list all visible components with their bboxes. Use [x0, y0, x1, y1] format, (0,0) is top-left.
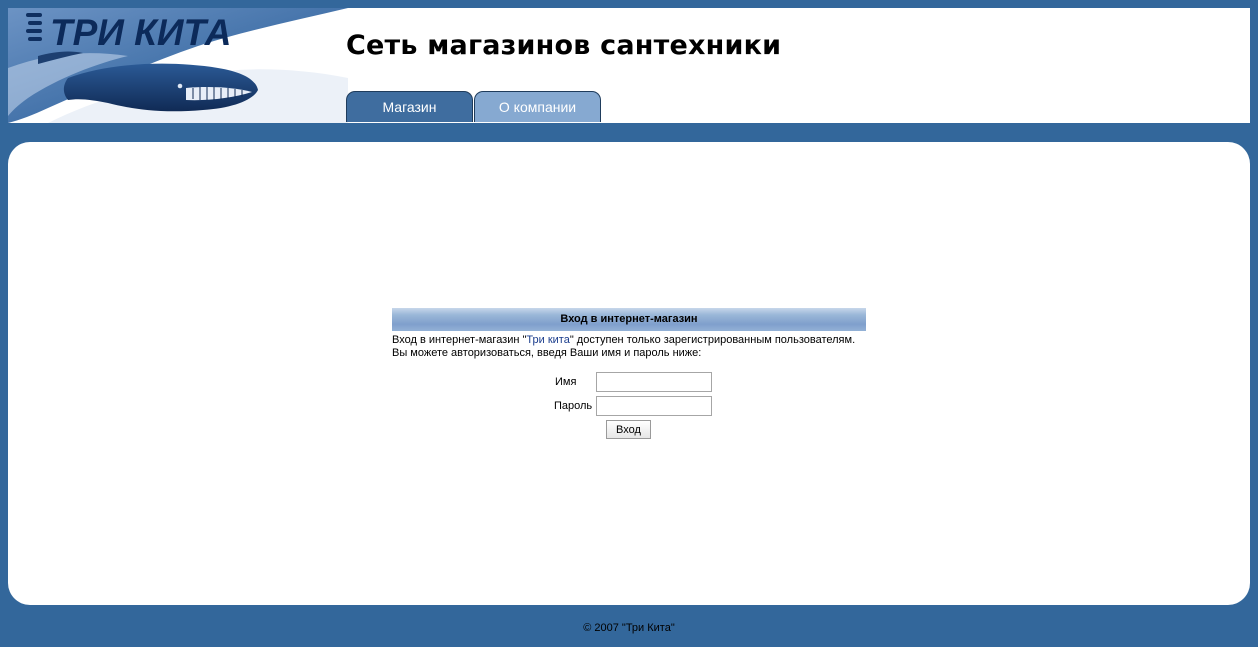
page-header: ТРИ КИТА Сеть магазинов сантехники Магаз… [8, 8, 1250, 123]
login-desc-line2: Вы можете авторизоваться, введя Ваши имя… [392, 347, 702, 359]
site-title: Сеть магазинов сантехники [346, 30, 782, 61]
footer-copyright: © 2007 "Три Кита" [583, 622, 675, 634]
logo-text: ТРИ КИТА [50, 12, 231, 53]
password-label: Пароль [554, 400, 593, 412]
main-content: Вход в интернет-магазин Вход в интернет-… [8, 142, 1250, 605]
login-heading: Вход в интернет-магазин [392, 308, 866, 331]
password-input[interactable] [596, 396, 712, 416]
password-row: Пароль [392, 396, 866, 416]
login-description: Вход в интернет-магазин "Три кита" досту… [392, 334, 866, 360]
shop-name-link[interactable]: Три кита [526, 334, 569, 346]
login-button[interactable]: Вход [606, 420, 651, 439]
three-whales-logo[interactable]: ТРИ КИТА [8, 8, 348, 123]
name-label: Имя [555, 376, 577, 388]
login-desc-text-end: " доступен только зарегистрированным пол… [569, 334, 856, 346]
login-desc-text: Вход в интернет-магазин " [392, 334, 527, 346]
name-row: Имя [392, 372, 866, 392]
name-input[interactable] [596, 372, 712, 392]
tab-shop[interactable]: Магазин [346, 91, 473, 122]
tab-about-company[interactable]: О компании [474, 91, 601, 122]
login-panel: Вход в интернет-магазин Вход в интернет-… [392, 308, 866, 439]
